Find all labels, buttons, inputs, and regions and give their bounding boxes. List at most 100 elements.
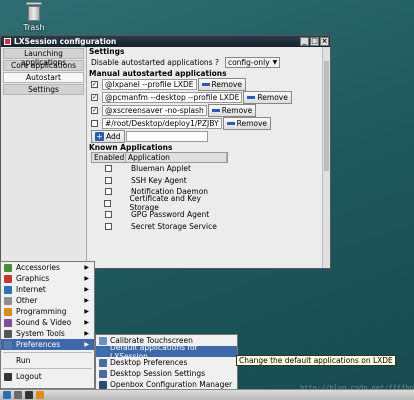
column-header-application[interactable]: Application	[126, 153, 227, 162]
chevron-right-icon: ▶	[84, 330, 89, 337]
menu-item-label: Internet	[16, 285, 46, 294]
enabled-checkbox[interactable]	[104, 222, 112, 230]
preferences-icon	[4, 340, 12, 349]
table-row[interactable]: Blueman Applet	[91, 163, 228, 175]
remove-button[interactable]: Remove	[207, 104, 257, 117]
menu-item-preferences[interactable]: Preferences ▶	[1, 339, 94, 350]
trash-desktop-icon[interactable]: Trash	[16, 2, 52, 32]
autostart-checkbox[interactable]: ✓	[91, 81, 98, 88]
window-title: LXSession configuration	[14, 37, 117, 46]
sidebar-item-core[interactable]: Core applications	[3, 60, 84, 71]
menu-item-other[interactable]: Other ▶	[1, 295, 94, 306]
autostart-item: #/root/Desktop/deploy1/PZJBY Remove	[89, 117, 322, 130]
autostart-command[interactable]: #/root/Desktop/deploy1/PZJBY	[102, 118, 222, 129]
menu-item-sound-video[interactable]: Sound & Video ▶	[1, 317, 94, 328]
remove-button-label: Remove	[221, 106, 253, 115]
menu-item-label: System Tools	[16, 329, 65, 338]
menu-separator	[3, 352, 92, 353]
sidebar-item-launching[interactable]: Launching applications	[3, 48, 84, 67]
plus-icon: +	[95, 132, 104, 141]
chevron-right-icon: ▶	[84, 308, 89, 315]
window-titlebar[interactable]: LXSession configuration _ □ ×	[1, 36, 330, 47]
disable-select-value: config-only	[227, 58, 270, 67]
menu-item-accessories[interactable]: Accessories ▶	[1, 262, 94, 273]
application-name: GPG Password Agent	[131, 210, 210, 220]
add-button-label: Add	[106, 132, 121, 141]
enabled-checkbox[interactable]	[103, 199, 111, 207]
manual-heading: Manual autostarted applications	[89, 69, 227, 78]
minimize-button[interactable]: _	[300, 37, 309, 46]
menu-item-internet[interactable]: Internet ▶	[1, 284, 94, 295]
enabled-checkbox[interactable]	[104, 176, 112, 184]
table-row[interactable]: Secret Storage Service	[91, 221, 228, 233]
autostart-checkbox[interactable]: ✓	[91, 94, 98, 101]
menu-item-label: Accessories	[16, 263, 60, 272]
remove-button-label: Remove	[257, 93, 288, 102]
autostart-command[interactable]: @pcmanfm --desktop --profile LXDE	[102, 92, 243, 103]
menu-item-run[interactable]: Run	[1, 355, 94, 366]
maximize-button[interactable]: □	[310, 37, 319, 46]
remove-button[interactable]: Remove	[197, 78, 246, 91]
enabled-checkbox[interactable]	[104, 188, 112, 196]
category-icon	[4, 274, 12, 283]
application-icon	[99, 369, 107, 378]
application-icon	[99, 336, 107, 345]
menu-item-label: Graphics	[16, 274, 50, 283]
minus-icon	[226, 122, 235, 125]
start-menu: Accessories ▶ Graphics ▶ Internet ▶ Other ▶ Prog…	[0, 261, 95, 389]
chevron-right-icon: ▶	[84, 275, 89, 282]
category-icon	[4, 296, 12, 305]
add-command-input[interactable]	[125, 131, 208, 142]
lxsession-window: LXSession configuration _ □ × Launching …	[0, 35, 331, 269]
scrollbar-thumb[interactable]	[324, 61, 329, 171]
menu-item-graphics[interactable]: Graphics ▶	[1, 273, 94, 284]
chevron-right-icon: ▶	[84, 264, 89, 271]
table-row[interactable]: SSH Key Agent	[91, 175, 228, 187]
table-row[interactable]: GPG Password Agent	[91, 209, 228, 221]
app-icon	[4, 38, 11, 45]
category-icon	[4, 329, 12, 338]
minus-icon	[201, 83, 210, 86]
menu-item-label: Run	[16, 356, 31, 365]
sidebar-item-settings[interactable]: Settings	[3, 84, 84, 95]
chevron-right-icon: ▶	[84, 319, 89, 326]
menu-item-label: Logout	[16, 372, 42, 381]
menu-item-label: Sound & Video	[16, 318, 72, 327]
autostart-command[interactable]: @xscreensaver -no-splash	[102, 105, 207, 116]
enabled-checkbox[interactable]	[104, 211, 112, 219]
table-row[interactable]: Certificate and Key Storage	[91, 194, 228, 212]
submenu-item[interactable]: Desktop Session Settings	[96, 368, 237, 379]
autostart-command[interactable]: @lxpanel --profile LXDE	[102, 79, 197, 90]
column-header-enabled[interactable]: Enabled	[92, 153, 126, 162]
trash-label: Trash	[23, 23, 45, 32]
autostart-checkbox[interactable]	[91, 120, 98, 127]
menu-item-label: Preferences	[16, 340, 61, 349]
close-button[interactable]: ×	[320, 37, 329, 46]
logout-icon	[4, 372, 12, 381]
submenu-item-label: Openbox Configuration Manager	[110, 380, 233, 389]
disable-select[interactable]: config-only ▼	[224, 57, 281, 68]
terminal-icon[interactable]	[25, 391, 33, 399]
known-heading: Known Applications	[89, 143, 173, 152]
browser-icon[interactable]	[36, 391, 44, 399]
application-name: Secret Storage Service	[131, 221, 217, 231]
submenu-item[interactable]: Default applications for LXSession	[96, 343, 237, 361]
menu-item-logout[interactable]: Logout	[1, 371, 94, 382]
file-manager-icon[interactable]	[14, 391, 22, 399]
remove-button[interactable]: Remove	[222, 117, 272, 130]
start-menu-icon[interactable]	[3, 391, 11, 399]
menu-item-system-tools[interactable]: System Tools ▶	[1, 328, 94, 339]
sidebar-item-autostart[interactable]: Autostart	[3, 72, 84, 83]
settings-heading: Settings	[89, 47, 125, 56]
menu-item-label: Other	[16, 296, 38, 305]
vertical-scrollbar[interactable]	[322, 47, 330, 268]
chevron-right-icon: ▶	[84, 341, 89, 348]
sidebar: Launching applications Core applications…	[1, 47, 87, 268]
autostart-checkbox[interactable]: ✓	[91, 107, 98, 114]
remove-button[interactable]: Remove	[243, 91, 292, 104]
application-name: SSH Key Agent	[131, 175, 187, 185]
menu-item-programming[interactable]: Programming ▶	[1, 306, 94, 317]
add-button[interactable]: + Add	[91, 130, 125, 143]
minus-icon	[247, 96, 256, 99]
enabled-checkbox[interactable]	[104, 165, 112, 173]
